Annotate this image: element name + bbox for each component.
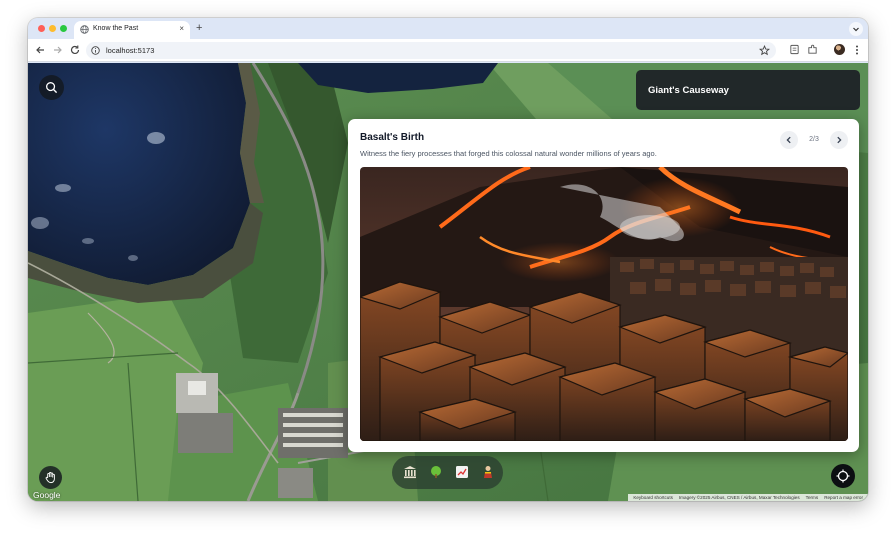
profile-avatar[interactable] [834,44,845,55]
browser-tab[interactable]: Know the Past × [74,21,190,39]
google-logo: Google [33,490,61,500]
map-viewport[interactable]: Giant's Causeway Basalt's Birth Witness … [28,63,868,501]
back-arrow-icon[interactable] [34,44,46,56]
address-bar[interactable]: localhost:5173 [86,42,776,59]
target-icon [836,469,850,483]
museum-icon[interactable] [402,464,418,480]
place-title-card: Giant's Causeway [636,70,860,110]
globe-icon [80,25,89,34]
story-title: Basalt's Birth [360,132,425,143]
minimize-window-button[interactable] [49,25,56,32]
story-description: Witness the fiery processes that forged … [360,149,657,158]
forward-arrow-icon[interactable] [52,44,64,56]
story-page-counter: 2/3 [809,136,819,143]
tab-close-button[interactable]: × [179,24,184,34]
chevron-right-icon [837,136,842,144]
map-search-button[interactable] [39,75,64,100]
chart-icon[interactable] [454,464,470,480]
star-icon[interactable] [759,45,770,56]
map-attribution: Keyboard shortcuts Imagery ©2025 Airbus,… [628,494,868,501]
extensions-icon[interactable] [807,44,818,55]
story-icon[interactable] [480,464,496,480]
tab-search-button[interactable] [849,22,863,36]
my-location-button[interactable] [831,464,855,488]
bottom-dock [392,456,503,489]
pan-mode-button[interactable] [39,466,62,489]
browser-window: Know the Past × + localhost:5173 Giant's… [28,18,868,501]
keyboard-shortcuts-link[interactable]: Keyboard shortcuts [630,495,676,500]
report-map-error-link[interactable]: Report a map error [821,495,866,500]
reload-icon[interactable] [69,44,81,56]
tab-strip: Know the Past × + [28,18,868,39]
browser-toolbar: localhost:5173 [28,39,868,62]
hand-icon [45,472,55,484]
terms-link[interactable]: Terms [803,495,822,500]
story-card: Basalt's Birth Witness the fiery process… [348,119,859,452]
url-text[interactable]: localhost:5173 [106,46,154,55]
tab-search-chevron-icon [853,27,859,32]
basalt-lava-illustration [360,167,848,441]
kebab-menu-icon[interactable] [854,44,860,56]
close-window-button[interactable] [38,25,45,32]
chevron-left-icon [786,136,791,144]
place-title: Giant's Causeway [648,85,729,96]
previous-story-button[interactable] [780,131,798,149]
reading-list-icon[interactable] [789,44,800,55]
search-icon [46,82,58,94]
nature-icon[interactable] [428,464,444,480]
tab-title: Know the Past [93,25,139,32]
maximize-window-button[interactable] [60,25,67,32]
imagery-credit: Imagery ©2025 Airbus, CNES / Airbus, Max… [678,495,800,500]
next-story-button[interactable] [830,131,848,149]
info-icon[interactable] [91,46,100,55]
new-tab-button[interactable]: + [196,21,202,35]
